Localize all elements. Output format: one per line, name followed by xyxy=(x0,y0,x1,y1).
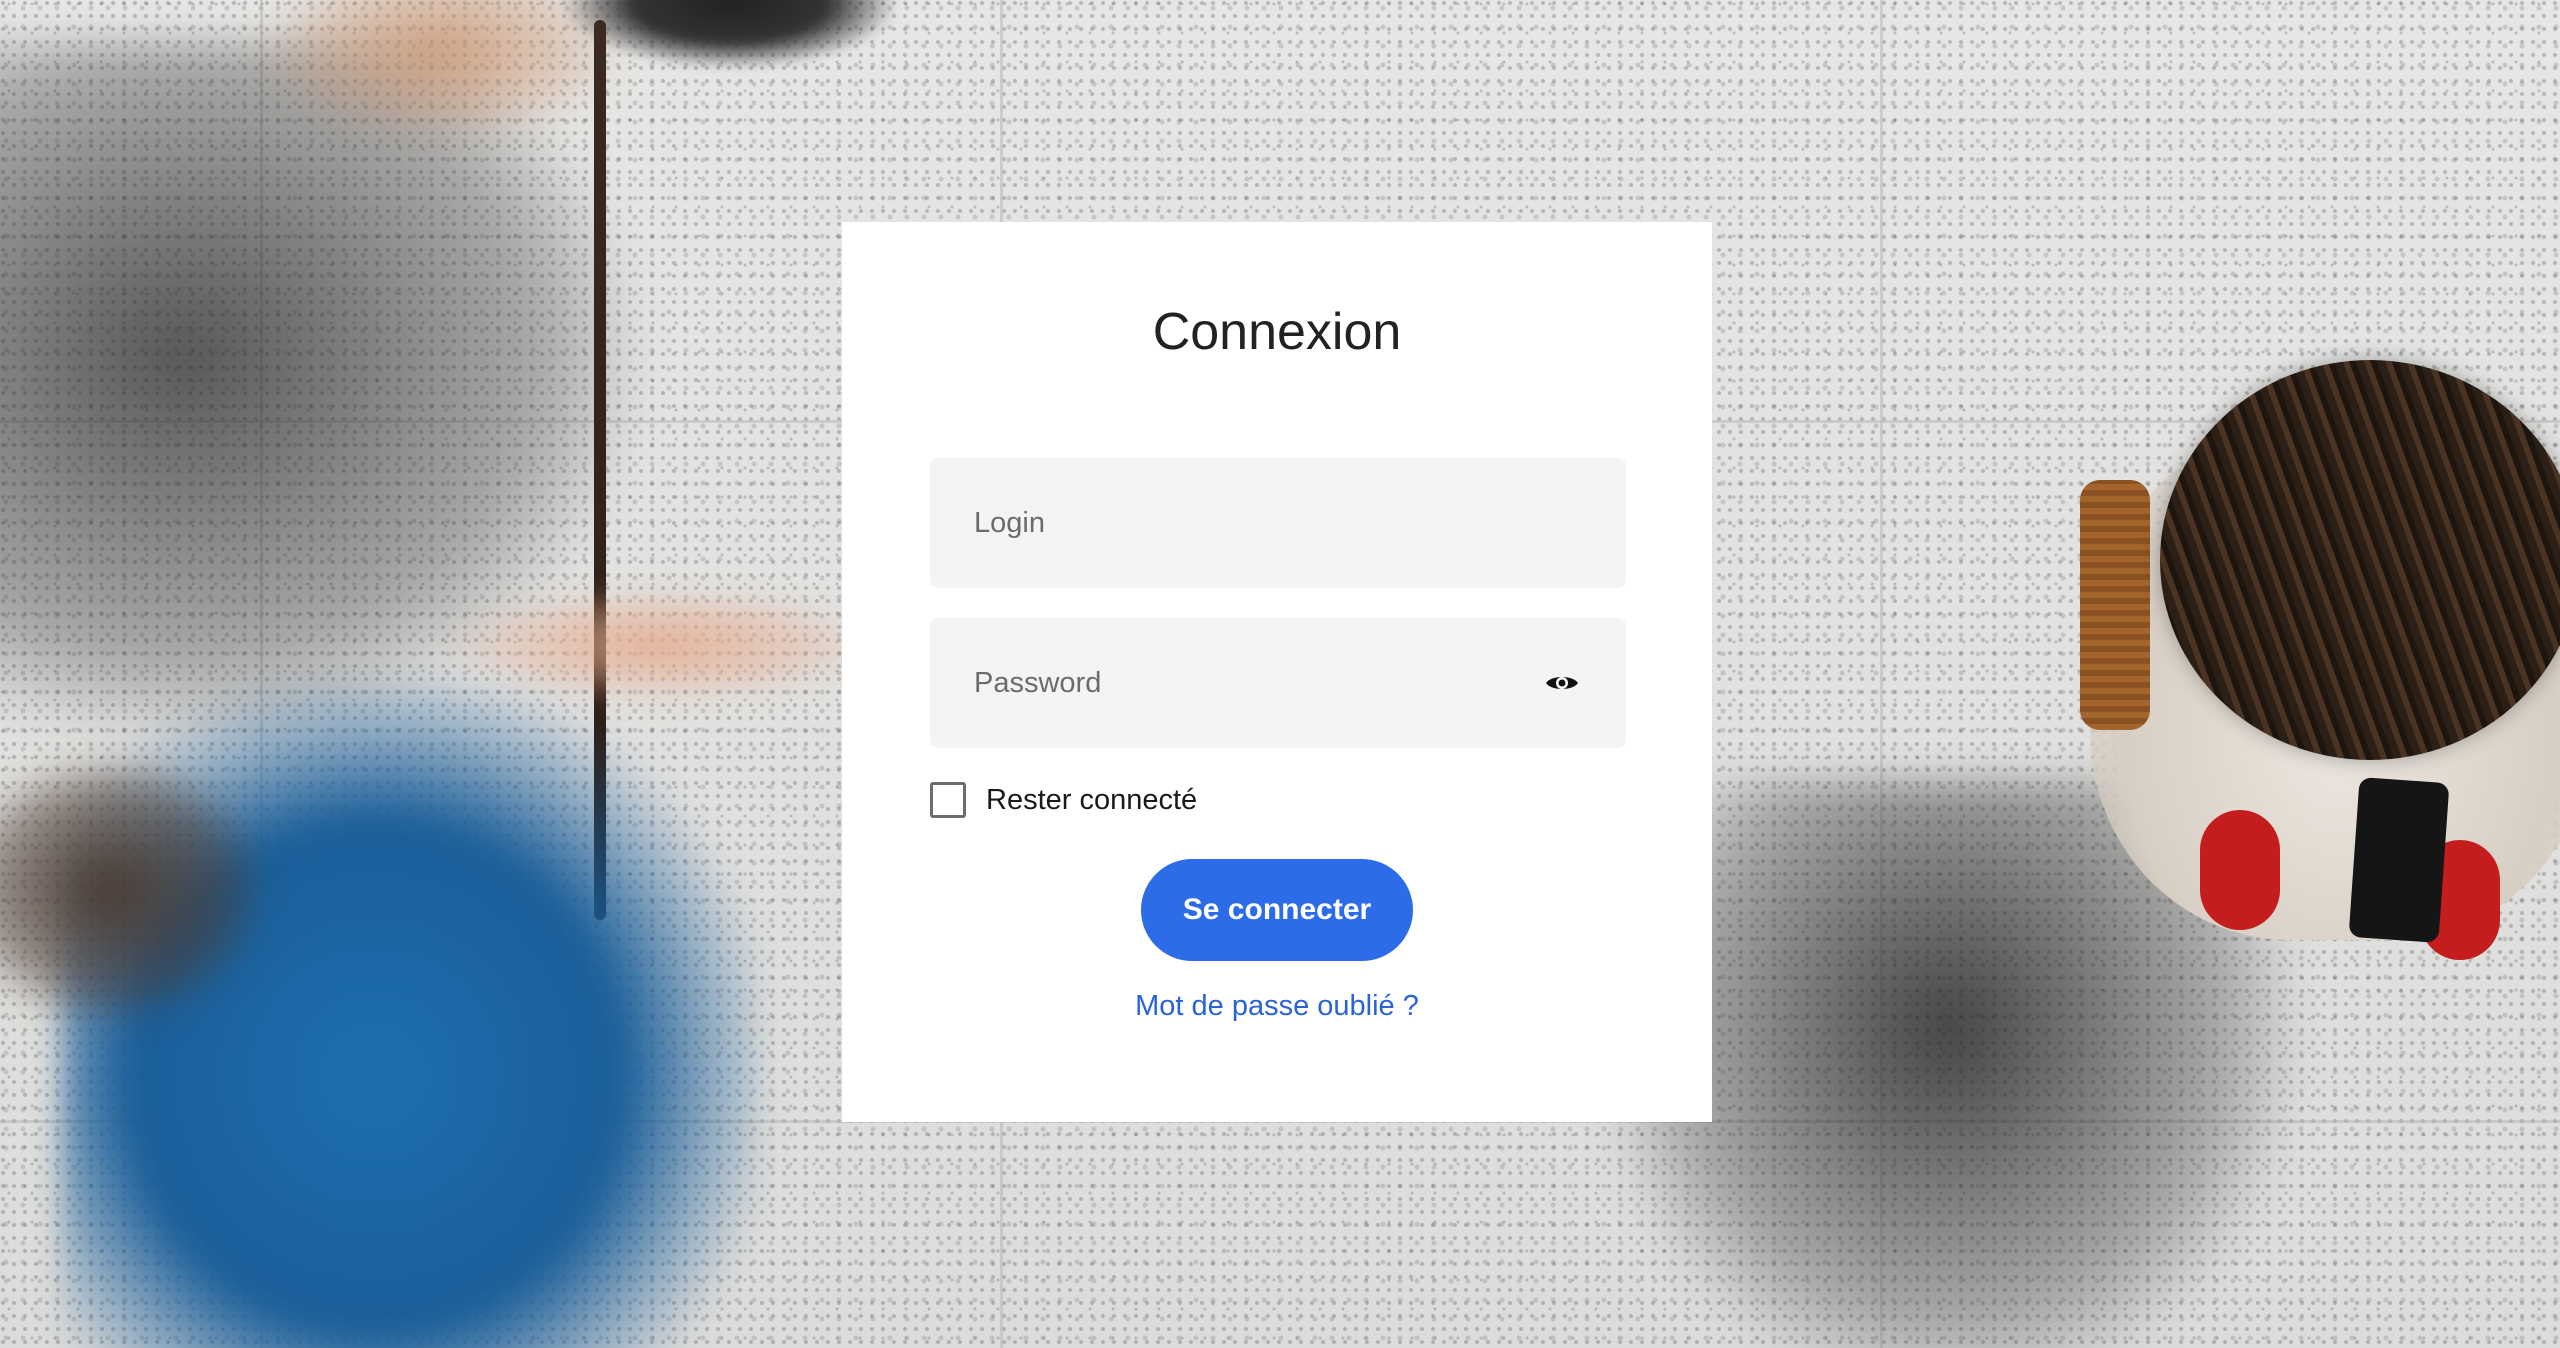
login-field[interactable] xyxy=(930,458,1626,588)
woman-hair xyxy=(2160,360,2560,760)
woman-bag xyxy=(2080,480,2150,730)
remember-checkbox[interactable] xyxy=(930,782,966,818)
blurred-bag xyxy=(560,0,900,70)
forgot-password-link[interactable]: Mot de passe oublié ? xyxy=(842,990,1712,1023)
login-card: Connexion Rester connecté Se connecter M… xyxy=(842,222,1712,1122)
page-title: Connexion xyxy=(1152,303,1402,361)
eye-icon xyxy=(1546,677,1578,689)
password-field[interactable] xyxy=(930,618,1626,748)
login-input[interactable] xyxy=(930,458,1626,588)
login-button[interactable]: Se connecter xyxy=(1141,859,1413,961)
woman-phone xyxy=(2348,777,2450,943)
blurred-person-head xyxy=(0,760,260,1020)
remember-label: Rester connecté xyxy=(986,783,1198,816)
remember-me[interactable]: Rester connecté xyxy=(930,778,1197,822)
show-password-button[interactable] xyxy=(1542,663,1582,703)
woman-shoe xyxy=(2200,810,2280,930)
password-input[interactable] xyxy=(930,618,1626,748)
